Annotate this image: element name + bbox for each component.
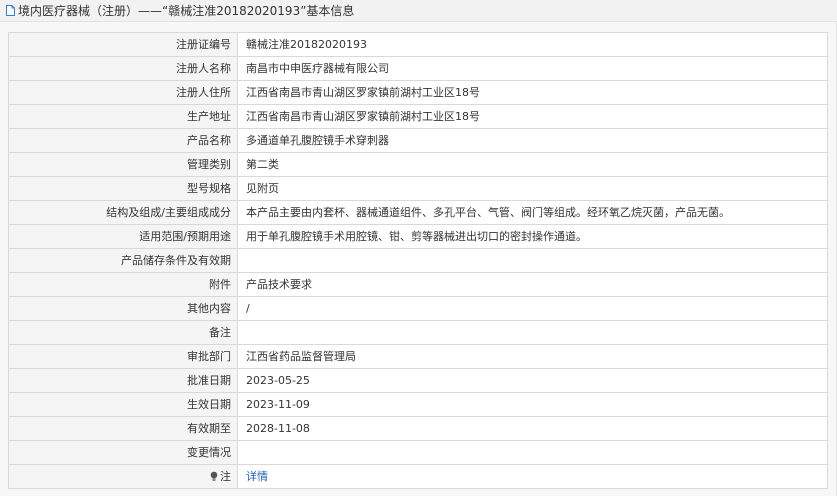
row-label: 型号规格 — [8, 176, 238, 201]
row-value: 本产品主要由内套杯、器械通道组件、多孔平台、气管、阀门等组成。经环氧乙烷灭菌，产… — [237, 200, 828, 225]
table-row: 注册人名称 南昌市中申医疗器械有限公司 — [8, 56, 828, 81]
row-value: 江西省药品监督管理局 — [237, 344, 828, 369]
table-row: 适用范围/预期用途 用于单孔腹腔镜手术用腔镜、钳、剪等器械进出切口的密封操作通道… — [8, 224, 828, 249]
row-label: 产品储存条件及有效期 — [8, 248, 238, 273]
row-label: 审批部门 — [8, 344, 238, 369]
row-value: 多通道单孔腹腔镜手术穿刺器 — [237, 128, 828, 153]
row-label: 其他内容 — [8, 296, 238, 321]
row-value: 2023-05-25 — [237, 368, 828, 393]
row-value: 南昌市中申医疗器械有限公司 — [237, 56, 828, 81]
table-row: 产品名称 多通道单孔腹腔镜手术穿刺器 — [8, 128, 828, 153]
row-value: 江西省南昌市青山湖区罗家镇前湖村工业区18号 — [237, 104, 828, 129]
row-label: 变更情况 — [8, 440, 238, 465]
row-value: 2028-11-08 — [237, 416, 828, 441]
note-row: 注 详情 — [8, 464, 828, 489]
note-value-cell: 详情 — [237, 464, 828, 489]
details-link[interactable]: 详情 — [246, 470, 268, 483]
table-row: 批准日期 2023-05-25 — [8, 368, 828, 393]
table-row: 注册证编号 赣械注准20182020193 — [8, 32, 828, 57]
row-value: 江西省南昌市青山湖区罗家镇前湖村工业区18号 — [237, 80, 828, 105]
table-row: 附件 产品技术要求 — [8, 272, 828, 297]
row-value — [237, 440, 828, 465]
table-row: 变更情况 — [8, 440, 828, 465]
row-label: 批准日期 — [8, 368, 238, 393]
lightbulb-icon — [209, 467, 219, 481]
table-row: 注册人住所 江西省南昌市青山湖区罗家镇前湖村工业区18号 — [8, 80, 828, 105]
row-value — [237, 248, 828, 273]
row-label: 适用范围/预期用途 — [8, 224, 238, 249]
table-row: 产品储存条件及有效期 — [8, 248, 828, 273]
table-row: 管理类别 第二类 — [8, 152, 828, 177]
row-value: 用于单孔腹腔镜手术用腔镜、钳、剪等器械进出切口的密封操作通道。 — [237, 224, 828, 249]
note-label: 注 — [220, 470, 231, 483]
row-label: 生效日期 — [8, 392, 238, 417]
row-value: 产品技术要求 — [237, 272, 828, 297]
row-label: 注册证编号 — [8, 32, 238, 57]
row-value: / — [237, 296, 828, 321]
table-row: 结构及组成/主要组成成分 本产品主要由内套杯、器械通道组件、多孔平台、气管、阀门… — [8, 200, 828, 225]
row-value: 第二类 — [237, 152, 828, 177]
table-row: 审批部门 江西省药品监督管理局 — [8, 344, 828, 369]
note-label-cell: 注 — [8, 464, 238, 489]
table-row: 备注 — [8, 320, 828, 345]
row-value: 2023-11-09 — [237, 392, 828, 417]
row-label: 管理类别 — [8, 152, 238, 177]
row-label: 有效期至 — [8, 416, 238, 441]
row-label: 结构及组成/主要组成成分 — [8, 200, 238, 225]
row-value: 见附页 — [237, 176, 828, 201]
row-label: 注册人住所 — [8, 80, 238, 105]
row-label: 生产地址 — [8, 104, 238, 129]
page-title-bar: 境内医疗器械（注册）——“赣械注准20182020193”基本信息 — [0, 0, 837, 22]
row-label: 附件 — [8, 272, 238, 297]
info-table: 注册证编号 赣械注准20182020193 注册人名称 南昌市中申医疗器械有限公… — [8, 32, 828, 489]
table-row: 有效期至 2028-11-08 — [8, 416, 828, 441]
row-label: 备注 — [8, 320, 238, 345]
table-row: 生产地址 江西省南昌市青山湖区罗家镇前湖村工业区18号 — [8, 104, 828, 129]
table-row: 其他内容 / — [8, 296, 828, 321]
row-value — [237, 320, 828, 345]
table-row: 生效日期 2023-11-09 — [8, 392, 828, 417]
table-row: 型号规格 见附页 — [8, 176, 828, 201]
row-label: 产品名称 — [8, 128, 238, 153]
row-value: 赣械注准20182020193 — [237, 32, 828, 57]
document-icon — [6, 5, 15, 16]
page-title: 境内医疗器械（注册）——“赣械注准20182020193”基本信息 — [18, 4, 355, 18]
row-label: 注册人名称 — [8, 56, 238, 81]
